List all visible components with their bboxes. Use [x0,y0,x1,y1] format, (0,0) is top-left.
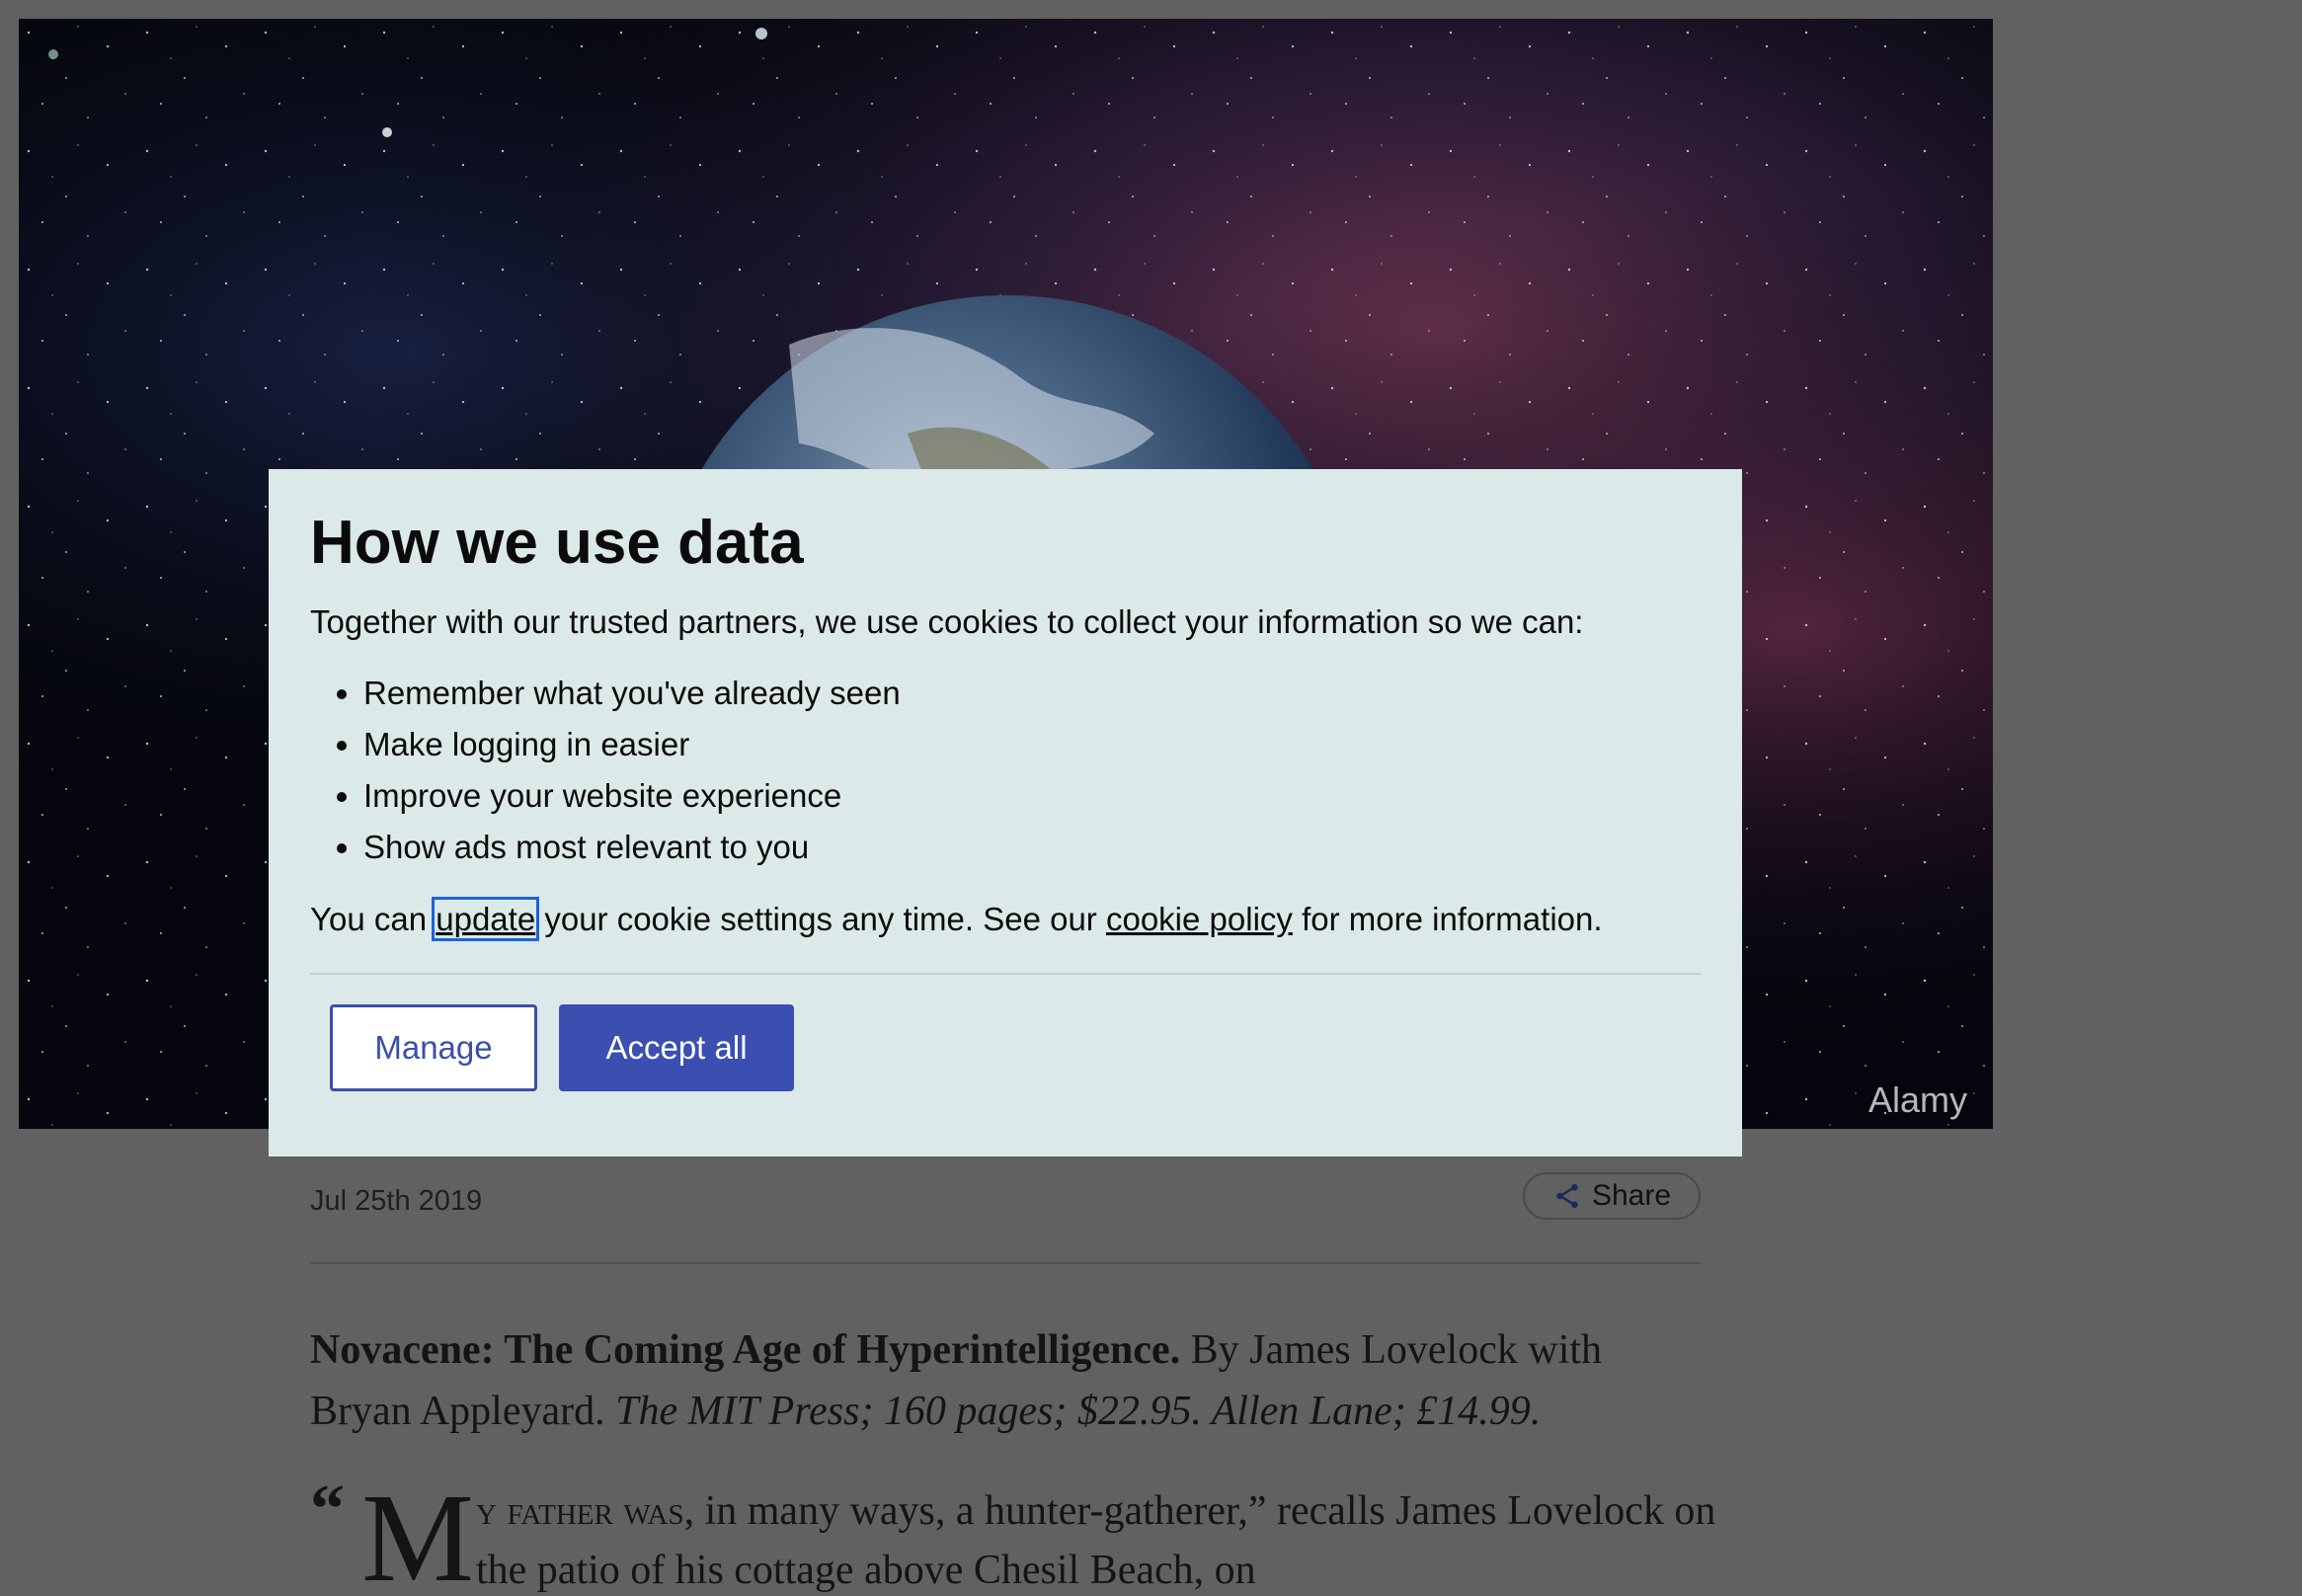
lede-text: Y FATHER WAS, in many ways, a hunter-gat… [476,1481,1720,1596]
cookie-policy-link[interactable]: cookie policy [1106,901,1293,937]
cookie-actions: Manage Accept all [310,1004,1701,1092]
list-item: Make logging in easier [363,719,1701,770]
cookie-purposes-list: Remember what you've already seen Make l… [310,668,1701,873]
list-item: Remember what you've already seen [363,668,1701,719]
cookie-intro: Together with our trusted partners, we u… [310,603,1584,641]
article-date: Jul 25th 2019 [310,1185,483,1217]
share-button[interactable]: Share [1523,1172,1701,1220]
cookie-note: You can update your cookie settings any … [310,897,1701,942]
open-quote: “ [310,1472,345,1548]
cookie-note-middle: your cookie settings any time. See our [535,901,1106,938]
list-item: Improve your website experience [363,770,1701,822]
cookie-note-prefix: You can [310,901,437,938]
manage-button[interactable]: Manage [330,1004,537,1092]
list-item: Show ads most relevant to you [363,822,1701,873]
cookie-note-suffix: for more information. [1292,901,1603,938]
share-label: Share [1591,1179,1672,1212]
update-settings-link[interactable]: update [432,897,540,942]
book-title: Novacene: The Coming Age of Hyperintelli… [310,1327,1181,1373]
page: Alamy Jul 25th 2019 Share Novacene: The … [0,0,2302,1596]
share-icon [1556,1184,1578,1208]
book-publishers: The MIT Press; 160 pages; $22.95. Allen … [615,1389,1542,1434]
article-lede: “ M Y FATHER WAS, in many ways, a hunter… [310,1468,1715,1596]
lede-smallcaps: Y FATHER WAS [476,1488,684,1534]
photo-credit: Alamy [1867,1079,1967,1120]
divider [310,973,1701,976]
cookie-consent-dialog: How we use data Together with our truste… [269,469,1742,1157]
dropcap: M [361,1468,474,1596]
accept-all-button[interactable]: Accept all [559,1004,794,1092]
book-info: Novacene: The Coming Age of Hyperintelli… [310,1319,1712,1442]
article-meta: Jul 25th 2019 Share [310,1163,1701,1264]
cookie-title: How we use data [310,509,804,577]
